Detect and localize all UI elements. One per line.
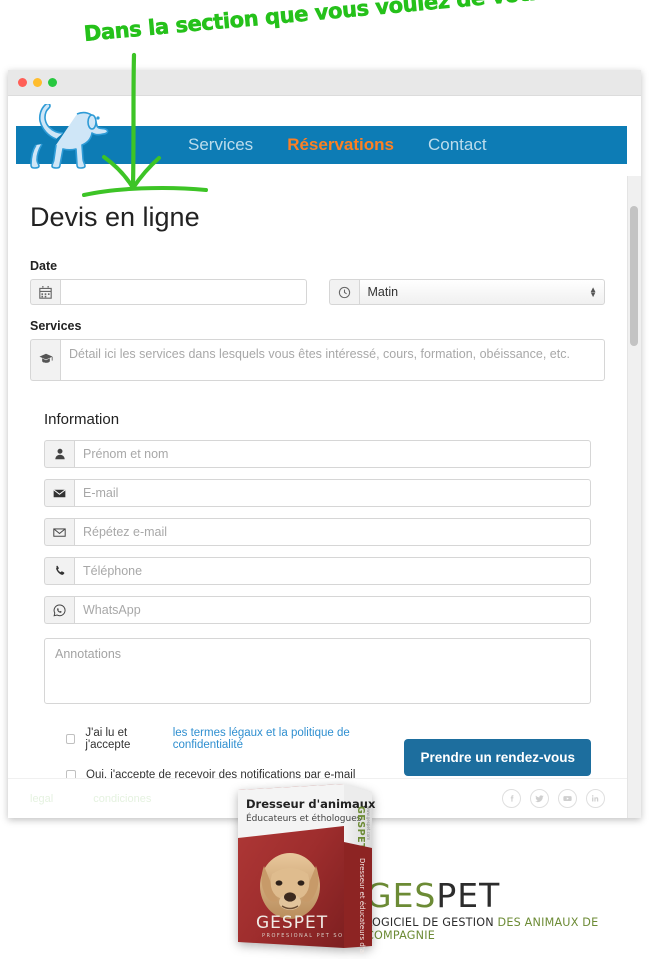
youtube-icon[interactable] bbox=[558, 789, 577, 808]
dog-logo-icon bbox=[30, 104, 109, 169]
email-field-group bbox=[44, 479, 591, 507]
time-select-group: Matin ▲ ▼ bbox=[328, 279, 605, 305]
facebook-icon[interactable] bbox=[502, 789, 521, 808]
date-input-group bbox=[30, 279, 307, 305]
repeat-email-input[interactable] bbox=[74, 518, 591, 546]
page-viewport: Services Réservations Contact Devis en l… bbox=[8, 96, 641, 818]
terms-link[interactable]: les termes légaux et la politique de con… bbox=[173, 727, 405, 751]
annotations-field bbox=[44, 638, 591, 709]
graduation-cap-icon bbox=[30, 339, 60, 381]
name-field-group bbox=[44, 440, 591, 468]
date-row: Matin ▲ ▼ bbox=[30, 279, 605, 305]
nav-links: Services Réservations Contact bbox=[188, 129, 487, 161]
time-select[interactable]: Matin bbox=[358, 279, 605, 305]
terms-checkbox[interactable] bbox=[66, 734, 76, 744]
browser-titlebar bbox=[8, 70, 641, 96]
gespet-pet-text: PET bbox=[436, 876, 501, 915]
submit-appointment-button[interactable]: Prendre un rendez-vous bbox=[404, 739, 591, 776]
footer-link-conditions[interactable]: condiciones bbox=[93, 793, 151, 805]
gespet-tagline: LOGICIEL DE GESTION DES ANIMAUX DE COMPA… bbox=[366, 916, 649, 942]
whatsapp-icon bbox=[44, 596, 74, 624]
calendar-icon bbox=[30, 279, 60, 305]
name-input[interactable] bbox=[74, 440, 591, 468]
page-scrollbar[interactable] bbox=[627, 96, 641, 818]
annotation-text: Dans la section que vous voulez de votre… bbox=[82, 0, 649, 46]
window-close-button[interactable] bbox=[18, 78, 27, 87]
services-block: Services bbox=[30, 319, 605, 381]
email-input[interactable] bbox=[74, 479, 591, 507]
phone-icon bbox=[44, 557, 74, 585]
window-minimize-button[interactable] bbox=[33, 78, 42, 87]
linkedin-icon[interactable] bbox=[586, 789, 605, 808]
phone-input[interactable] bbox=[74, 557, 591, 585]
svg-text:GESPET: GESPET bbox=[355, 806, 366, 850]
date-input[interactable] bbox=[60, 279, 307, 305]
gespet-logo: GESPET LOGICIEL DE GESTION DES ANIMAUX D… bbox=[366, 876, 649, 942]
phone-field-group bbox=[44, 557, 591, 585]
svg-text:Dresseur et éducateurs d'anim: Dresseur et éducateurs d'animaux bbox=[358, 858, 366, 954]
annotations-textarea[interactable] bbox=[44, 638, 591, 704]
site-header: Services Réservations Contact bbox=[8, 96, 641, 176]
user-icon bbox=[44, 440, 74, 468]
window-maximize-button[interactable] bbox=[48, 78, 57, 87]
svg-text:Éducateurs et éthologues: Éducateurs et éthologues bbox=[246, 812, 362, 824]
gespet-tagline-part1: LOGICIEL DE GESTION bbox=[366, 916, 494, 929]
nav-item-contact[interactable]: Contact bbox=[428, 135, 487, 155]
services-input-group bbox=[30, 339, 605, 381]
nav-item-reservations[interactable]: Réservations bbox=[287, 135, 394, 155]
svg-text:www.gespet.com: www.gespet.com bbox=[366, 806, 371, 840]
repeat-email-field-group bbox=[44, 518, 591, 546]
terms-consent-row[interactable]: J'ai lu et j'accepte les termes légaux e… bbox=[44, 727, 404, 751]
browser-window: Services Réservations Contact Devis en l… bbox=[8, 70, 641, 818]
product-box-image: Dresseur d'animaux Éducateurs et étholog… bbox=[238, 784, 376, 954]
twitter-icon[interactable] bbox=[530, 789, 549, 808]
svg-text:GESPET: GESPET bbox=[256, 913, 328, 933]
gespet-wordmark: GESPET bbox=[366, 876, 649, 915]
nav-item-services[interactable]: Services bbox=[188, 135, 253, 155]
services-label: Services bbox=[30, 319, 82, 333]
footer-link-legal[interactable]: legal bbox=[30, 793, 53, 805]
whatsapp-field-group bbox=[44, 596, 591, 624]
social-icons bbox=[502, 789, 605, 808]
whatsapp-input[interactable] bbox=[74, 596, 591, 624]
terms-consent-label: J'ai lu et j'accepte bbox=[85, 727, 131, 751]
services-textarea[interactable] bbox=[60, 339, 605, 381]
page-title: Devis en ligne bbox=[30, 202, 200, 232]
envelope-open-icon bbox=[44, 518, 74, 546]
quote-form: Devis en ligne Date Matin ▲ ▼ Services D… bbox=[8, 176, 627, 818]
page-scroll-thumb[interactable] bbox=[630, 206, 638, 346]
envelope-icon bbox=[44, 479, 74, 507]
information-heading: Information bbox=[44, 411, 120, 428]
information-fields bbox=[30, 440, 605, 624]
date-label: Date bbox=[30, 259, 58, 273]
clock-icon bbox=[328, 279, 359, 305]
